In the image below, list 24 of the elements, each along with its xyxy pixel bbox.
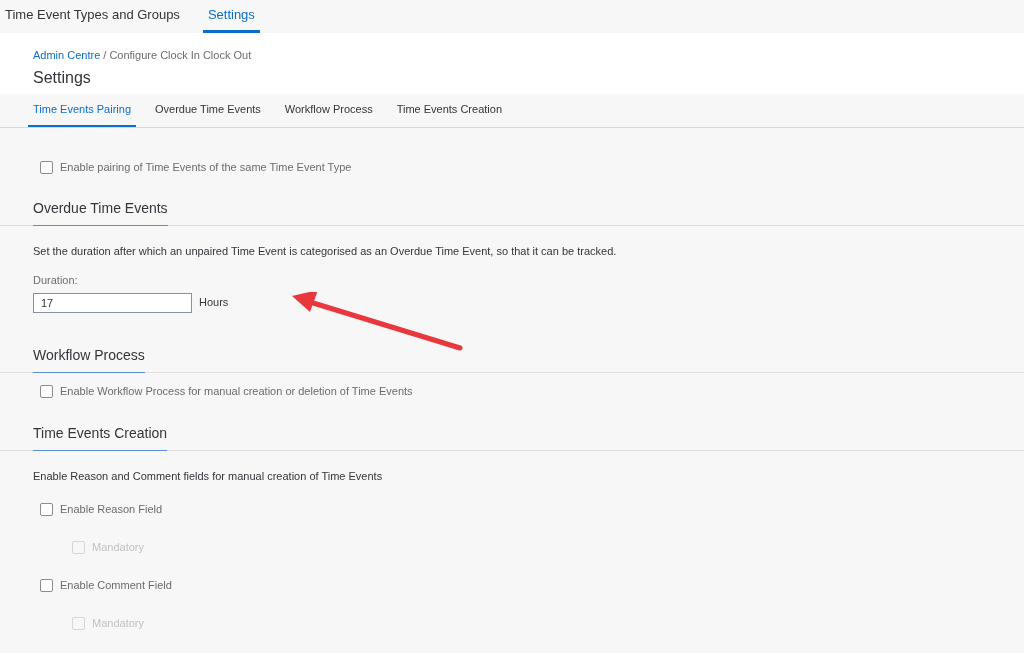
- top-tab[interactable]: Time Event Types and Groups: [0, 0, 185, 33]
- duration-label: Duration:: [33, 273, 79, 288]
- checkbox[interactable]: [40, 160, 53, 174]
- duration-input[interactable]: 17: [33, 292, 192, 313]
- checkbox-label: Enable pairing of Time Events of the same Time Event Type: [60, 159, 352, 175]
- breadcrumb-current: / Configure Clock In Clock Out: [103, 48, 252, 63]
- section-heading: Overdue Time Events: [33, 198, 168, 226]
- section-tab[interactable]: Time Events Creation: [391, 94, 507, 127]
- description-text: Set the duration after which an unpaired Time Event is categorised as an Overdue Time Event, so that it can be tracked.: [33, 245, 617, 257]
- section-tab[interactable]: Workflow Process: [279, 94, 378, 127]
- breadcrumb-link[interactable]: Admin Centre: [33, 47, 101, 64]
- checkbox-label: Enable Workflow Process for manual creation or deletion of Time Events: [60, 384, 413, 400]
- page-title: Settings: [33, 67, 92, 88]
- section-tab[interactable]: Time Events Pairing: [28, 94, 137, 127]
- checkbox-label: Enable Reason Field: [60, 502, 163, 518]
- checkbox[interactable]: [40, 503, 53, 516]
- section-heading: Time Events Creation: [33, 422, 168, 451]
- description-text: Enable Reason and Comment fields for manual creation of Time Events: [33, 469, 383, 482]
- section-heading: Workflow Process: [33, 344, 145, 373]
- unit-label: Hours: [199, 295, 229, 311]
- checkbox[interactable]: [40, 385, 53, 398]
- checkbox-label: Enable Comment Field: [60, 578, 172, 594]
- section-tab[interactable]: Overdue Time Events: [150, 94, 266, 127]
- checkbox[interactable]: [40, 579, 53, 592]
